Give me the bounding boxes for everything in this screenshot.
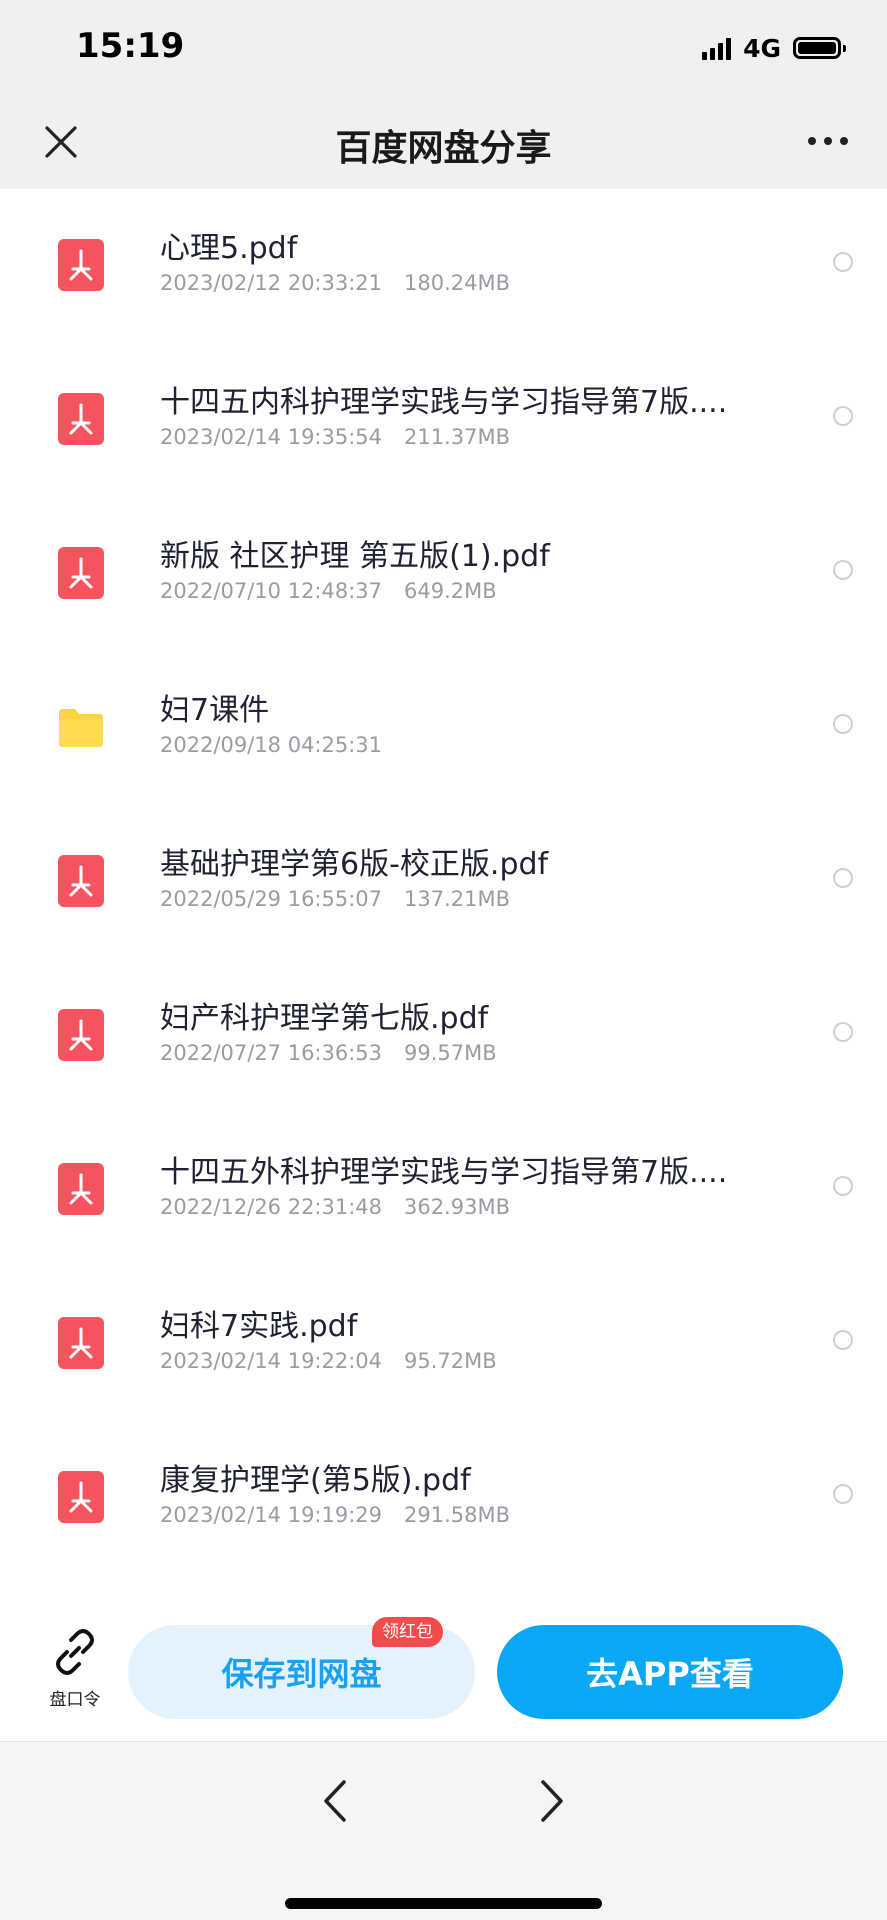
file-name: 妇7课件 [160,693,270,728]
file-size: 362.93MB [404,1195,511,1219]
status-bar: 15:19 4G [0,0,887,95]
file-size: 99.57MB [404,1041,497,1065]
select-checkbox[interactable] [833,714,853,734]
file-row[interactable]: 十四五外科护理学实践与学习指导第7版.... 2022/12/26 22:31:… [0,1113,887,1267]
file-meta: 2022/07/10 12:48:37 649.2MB [160,579,497,603]
redpacket-badge: 领红包 [372,1617,443,1647]
file-meta: 2022/09/18 04:25:31 [160,733,382,757]
pdf-file-icon [58,1163,104,1215]
home-indicator [285,1898,602,1909]
select-checkbox[interactable] [833,1330,853,1350]
file-meta: 2022/07/27 16:36:53 99.57MB [160,1041,497,1065]
select-checkbox[interactable] [833,252,853,272]
chevron-right-icon [541,1780,563,1822]
pdf-file-icon [58,547,104,599]
select-checkbox[interactable] [833,1176,853,1196]
network-type: 4G [743,33,781,63]
file-date: 2022/07/27 16:36:53 [160,1041,383,1065]
file-row[interactable]: 心理5.pdf 2023/02/12 20:33:21 180.24MB [0,189,887,343]
file-date: 2022/09/18 04:25:31 [160,733,383,757]
passcode-button[interactable]: 盘口令 [40,1627,110,1710]
link-icon [56,1629,94,1675]
file-name: 妇科7实践.pdf [160,1309,358,1344]
more-button[interactable] [803,121,853,161]
open-app-button[interactable]: 去APP查看 [497,1625,843,1719]
file-date: 2023/02/14 19:22:04 [160,1349,383,1373]
select-checkbox[interactable] [833,1484,853,1504]
file-name: 十四五外科护理学实践与学习指导第7版.... [160,1155,728,1190]
passcode-label: 盘口令 [49,1690,101,1710]
more-horizontal-icon [808,137,848,145]
file-name: 基础护理学第6版-校正版.pdf [160,847,549,882]
battery-icon [793,37,846,59]
nav-bar: 百度网盘分享 [0,95,887,189]
file-list: 心理5.pdf 2023/02/12 20:33:21 180.24MB 十四五内… [0,189,887,1589]
file-meta: 2023/02/12 20:33:21 180.24MB [160,271,510,295]
select-checkbox[interactable] [833,560,853,580]
file-row[interactable]: 康复护理学(第5版).pdf 2023/02/14 19:19:29 291.58… [0,1421,887,1575]
folder-row[interactable]: 妇7课件 2022/09/18 04:25:31 [0,651,887,805]
file-row[interactable]: 基础护理学第6版-校正版.pdf 2022/05/29 16:55:07 137.… [0,805,887,959]
browser-bottom-bar [0,1741,887,1920]
file-meta: 2023/02/14 19:19:29 291.58MB [160,1503,510,1527]
file-date: 2023/02/14 19:35:54 [160,425,383,449]
page-title: 百度网盘分享 [335,128,552,169]
pdf-file-icon [58,239,104,291]
file-meta: 2022/12/26 22:31:48 362.93MB [160,1195,510,1219]
pdf-file-icon [58,1009,104,1061]
file-meta: 2022/05/29 16:55:07 137.21MB [160,887,510,911]
cellular-signal-icon [702,36,732,60]
file-name: 新版 社区护理 第五版(1).pdf [160,539,550,574]
status-indicators: 4G [702,30,846,66]
file-date: 2023/02/14 19:19:29 [160,1503,383,1527]
chevron-left-icon [324,1780,346,1822]
file-row[interactable]: 妇产科护理学第七版.pdf 2022/07/27 16:36:53 99.57MB [0,959,887,1113]
file-size: 180.24MB [404,271,511,295]
file-meta: 2023/02/14 19:22:04 95.72MB [160,1349,497,1373]
pdf-file-icon [58,1317,104,1369]
pdf-file-icon [58,393,104,445]
file-size: 649.2MB [404,579,497,603]
file-name: 康复护理学(第5版).pdf [160,1463,471,1498]
select-checkbox[interactable] [833,1022,853,1042]
file-name: 妇产科护理学第七版.pdf [160,1001,489,1036]
pdf-file-icon [58,855,104,907]
file-size: 211.37MB [404,425,511,449]
file-row[interactable]: 新版 社区护理 第五版(1).pdf 2022/07/10 12:48:37 64… [0,497,887,651]
file-size: 95.72MB [404,1349,497,1373]
file-name: 十四五内科护理学实践与学习指导第7版.... [160,385,728,420]
select-checkbox[interactable] [833,406,853,426]
status-time: 15:19 [76,26,185,66]
file-date: 2022/07/10 12:48:37 [160,579,383,603]
folder-icon [59,709,103,747]
back-button[interactable] [318,1776,352,1826]
file-name: 心理5.pdf [160,231,298,266]
forward-button[interactable] [535,1776,569,1826]
action-bar: 盘口令 保存到网盘 领红包 去APP查看 [0,1589,887,1741]
file-size: 291.58MB [404,1503,511,1527]
select-checkbox[interactable] [833,868,853,888]
file-row[interactable]: 十四五内科护理学实践与学习指导第7版.... 2023/02/14 19:35:… [0,343,887,497]
file-date: 2022/12/26 22:31:48 [160,1195,383,1219]
file-date: 2022/05/29 16:55:07 [160,887,383,911]
file-meta: 2023/02/14 19:35:54 211.37MB [160,425,510,449]
file-date: 2023/02/12 20:33:21 [160,271,383,295]
pdf-file-icon [58,1471,104,1523]
file-row[interactable]: 妇科7实践.pdf 2023/02/14 19:22:04 95.72MB [0,1267,887,1421]
file-size: 137.21MB [404,887,511,911]
